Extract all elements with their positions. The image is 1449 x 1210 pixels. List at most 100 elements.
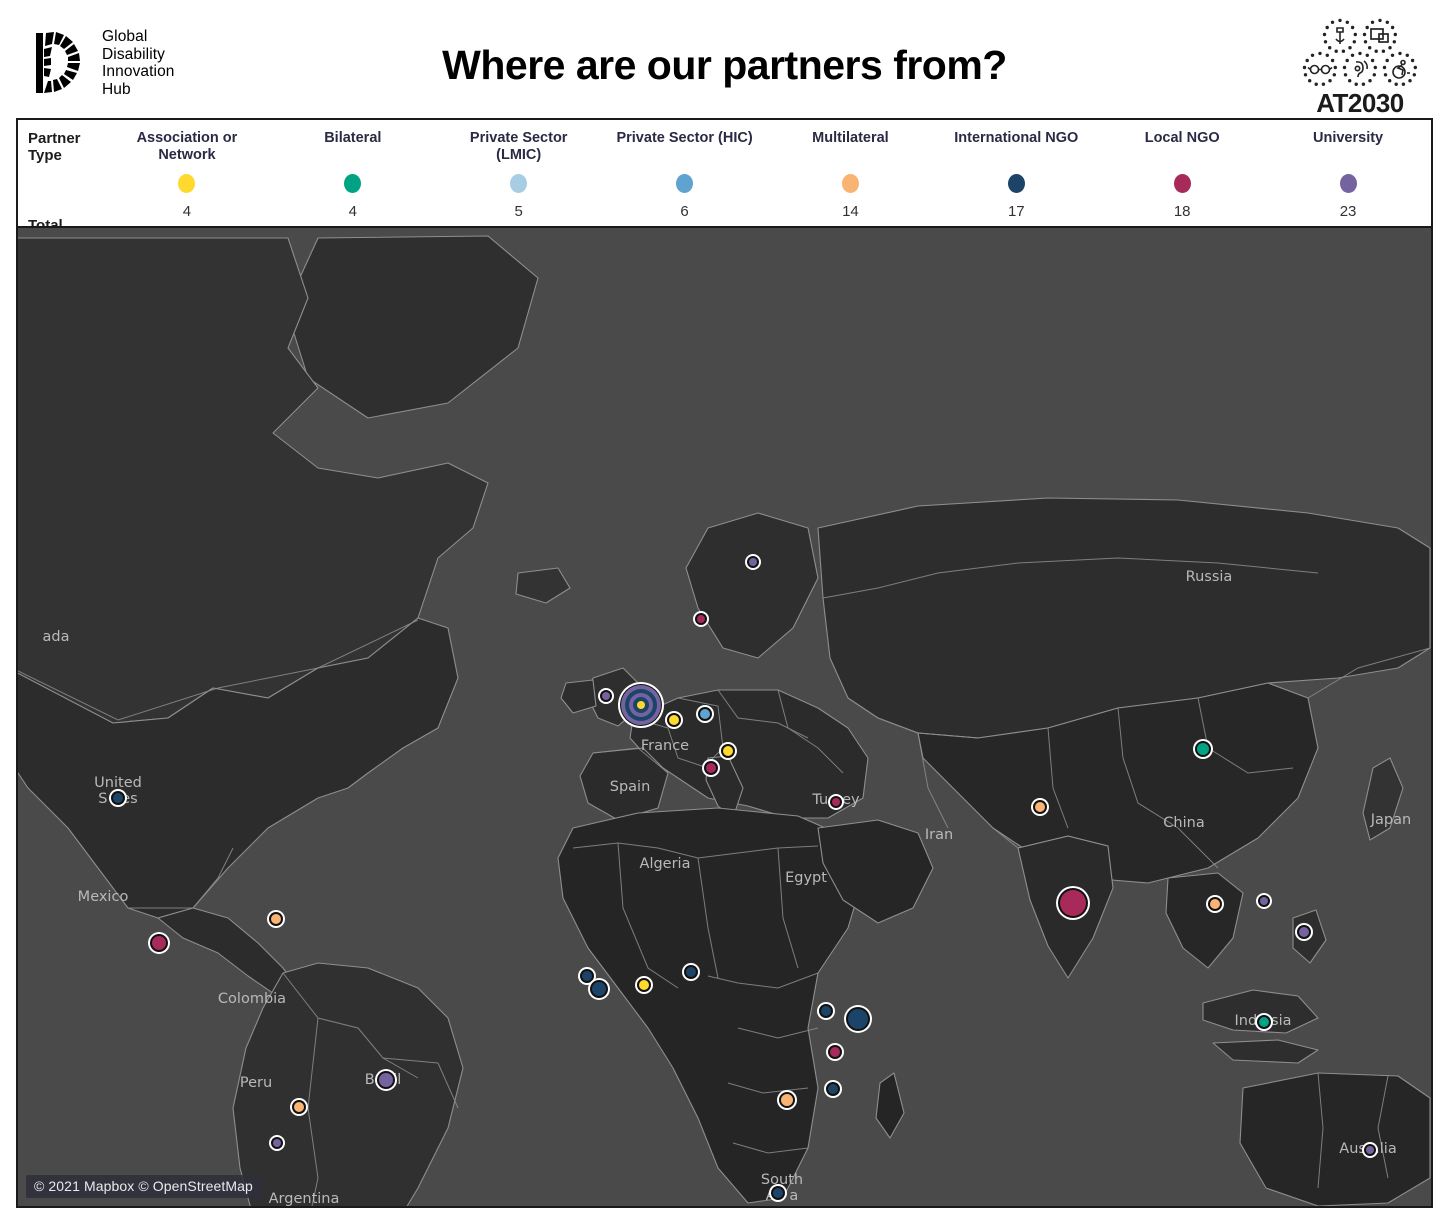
marker-philippines[interactable] bbox=[1295, 923, 1313, 941]
marker-uk-london[interactable] bbox=[618, 682, 664, 728]
marker-ireland[interactable] bbox=[598, 688, 614, 704]
page-title: Where are our partners from? bbox=[442, 42, 1007, 88]
marker-fill bbox=[773, 1188, 783, 1198]
legend-label-line1: Bilateral bbox=[324, 130, 382, 146]
legend-label-line1: University bbox=[1313, 130, 1384, 146]
legend-item-bilateral[interactable]: Bilateral 4 bbox=[270, 120, 436, 226]
legend-columns: Association or Network 4 Bilateral 4 Pri… bbox=[104, 120, 1431, 226]
legend-item-private-sector-hic[interactable]: Private Sector (HIC) 6 bbox=[602, 120, 768, 226]
marker-fill bbox=[152, 936, 166, 950]
marker-fill bbox=[1035, 802, 1045, 812]
legend-color-dot bbox=[510, 174, 528, 193]
marker-france-paris[interactable] bbox=[665, 711, 683, 729]
legend-dot-wrap bbox=[178, 164, 196, 197]
legend-item-private-sector-lmic[interactable]: Private Sector (LMIC) 5 bbox=[436, 120, 602, 226]
marker-fill bbox=[639, 980, 649, 990]
marker-norway[interactable] bbox=[693, 611, 709, 627]
marker-malawi[interactable] bbox=[824, 1080, 842, 1098]
legend-item-label: International NGO bbox=[954, 130, 1078, 147]
marker-tanzania[interactable] bbox=[826, 1043, 844, 1061]
legend-label-partner: Partner bbox=[28, 130, 81, 147]
at2030-icon-row-bottom bbox=[1295, 51, 1425, 87]
map-geometry bbox=[18, 228, 1431, 1206]
marker-ghana[interactable] bbox=[635, 976, 653, 994]
marker-fill bbox=[1259, 1017, 1269, 1027]
legend-dot-wrap bbox=[841, 147, 859, 197]
marker-fill bbox=[828, 1084, 838, 1094]
marker-uganda[interactable] bbox=[817, 1002, 835, 1020]
map-attribution[interactable]: © 2021 Mapbox © OpenStreetMap bbox=[26, 1175, 261, 1198]
legend-total-value: 18 bbox=[1173, 203, 1191, 220]
marker-fill bbox=[700, 709, 710, 719]
legend-item-university[interactable]: University 23 bbox=[1265, 120, 1431, 226]
marker-sweden[interactable] bbox=[745, 554, 761, 570]
legend-item-label: Local NGO bbox=[1145, 130, 1220, 147]
legend-item-multilateral[interactable]: Multilateral 14 bbox=[768, 120, 934, 226]
marker-liberia[interactable] bbox=[588, 978, 610, 1000]
legend-item-label: University bbox=[1313, 130, 1383, 147]
legend-total-value: 14 bbox=[842, 203, 859, 220]
marker-chile[interactable] bbox=[269, 1135, 285, 1151]
legend-item-label: Bilateral bbox=[324, 130, 381, 147]
marker-netherlands[interactable] bbox=[696, 705, 714, 723]
partner-map-page: Global Disability Innovation Hub Where a… bbox=[0, 0, 1449, 1210]
marker-indonesia[interactable] bbox=[1255, 1013, 1273, 1031]
legend-color-dot bbox=[1339, 174, 1357, 193]
legend-total-value: 4 bbox=[348, 203, 357, 220]
marker-vietnam[interactable] bbox=[1206, 895, 1224, 913]
legend-label-type: Type bbox=[28, 147, 62, 164]
marker-zambia[interactable] bbox=[777, 1090, 797, 1110]
legend-label-line1: Private Sector (HIC) bbox=[616, 130, 753, 146]
legend-item-label: Association or Network bbox=[137, 130, 238, 164]
legend-label-line1: Private Sector bbox=[469, 130, 568, 146]
marker-turkey[interactable] bbox=[828, 794, 844, 810]
legend-item-association-or-network[interactable]: Association or Network 4 bbox=[104, 120, 270, 226]
marker-guatemala[interactable] bbox=[148, 932, 170, 954]
tablet-screen-icon bbox=[1362, 18, 1397, 53]
legend-item-international-ngo[interactable]: International NGO 17 bbox=[933, 120, 1099, 226]
legend-label-partner-type: Partner Type bbox=[28, 130, 104, 164]
marker-hongkong[interactable] bbox=[1256, 893, 1272, 909]
marker-fill bbox=[602, 692, 610, 700]
legend-total-value: 23 bbox=[1339, 203, 1357, 220]
legend-color-dot bbox=[1173, 174, 1191, 193]
legend-item-label: Private Sector (HIC) bbox=[616, 130, 752, 147]
marker-usa[interactable] bbox=[109, 789, 127, 807]
legend-total-value: 5 bbox=[514, 203, 523, 220]
marker-fill bbox=[669, 715, 679, 725]
marker-mongolia[interactable] bbox=[1193, 739, 1213, 759]
marker-fill bbox=[781, 1094, 793, 1106]
marker-fill bbox=[832, 798, 840, 806]
marker-kenya[interactable] bbox=[844, 1005, 872, 1033]
marker-fill bbox=[723, 746, 733, 756]
marker-fill bbox=[1197, 743, 1209, 755]
marker-nigeria[interactable] bbox=[682, 963, 700, 981]
world-map[interactable]: ada UnitedS es Mexico Colombia Peru Br..… bbox=[16, 226, 1433, 1208]
marker-ring-layer bbox=[637, 701, 645, 709]
marker-australia[interactable] bbox=[1362, 1142, 1378, 1158]
marker-south-africa[interactable] bbox=[769, 1184, 787, 1202]
marker-fill bbox=[1366, 1146, 1374, 1154]
legend-color-dot bbox=[178, 174, 196, 193]
marker-fill bbox=[271, 914, 281, 924]
marker-india[interactable] bbox=[1056, 886, 1090, 920]
marker-fill bbox=[749, 558, 757, 566]
wheelchair-icon bbox=[1382, 51, 1417, 86]
marker-fill bbox=[592, 982, 606, 996]
marker-fill bbox=[1060, 890, 1086, 916]
marker-fill bbox=[113, 793, 123, 803]
marker-switzerland[interactable] bbox=[719, 742, 737, 760]
at2030-logo: AT2030 bbox=[1295, 18, 1425, 119]
marker-fill bbox=[582, 971, 592, 981]
marker-caribbean[interactable] bbox=[267, 910, 285, 928]
legend-item-local-ngo[interactable]: Local NGO 18 bbox=[1099, 120, 1265, 226]
marker-bolivia[interactable] bbox=[290, 1098, 308, 1116]
partner-type-legend: Partner Type Total Association or Networ… bbox=[16, 118, 1433, 234]
marker-nepal[interactable] bbox=[1031, 798, 1049, 816]
legend-dot-wrap bbox=[1007, 147, 1025, 197]
marker-brazil[interactable] bbox=[375, 1069, 397, 1091]
eyeglasses-icon bbox=[1302, 51, 1337, 86]
legend-color-dot bbox=[676, 174, 694, 193]
marker-italy[interactable] bbox=[702, 759, 720, 777]
legend-label-line1: International NGO bbox=[954, 130, 1079, 146]
